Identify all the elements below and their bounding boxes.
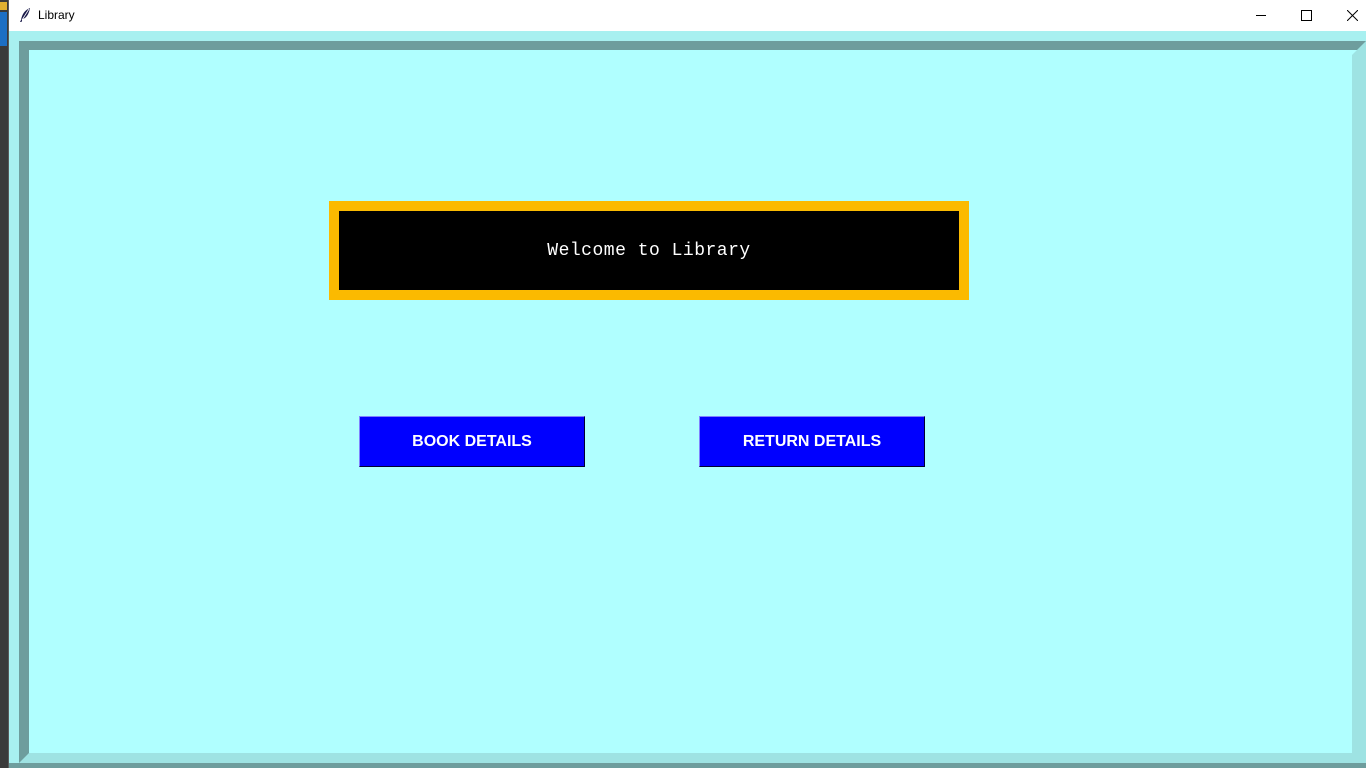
minimize-icon [1255,10,1267,21]
frame-bottom-edge [9,763,1366,768]
welcome-banner: Welcome to Library [329,201,969,300]
book-details-button[interactable]: BOOK DETAILS [359,416,585,467]
title-bar[interactable]: Library [9,0,1366,32]
frame-bevel-top [19,41,1366,50]
maximize-icon [1300,10,1312,21]
desktop-edge [0,0,8,768]
feather-icon [18,7,32,23]
maximize-button[interactable] [1283,0,1329,31]
frame-outer [9,31,1366,768]
welcome-label: Welcome to Library [339,211,959,290]
return-details-button[interactable]: RETURN DETAILS [699,416,925,467]
desktop-icon-fragment [0,2,7,10]
frame-bevel-left [19,41,29,763]
minimize-button[interactable] [1238,0,1284,31]
close-icon [1346,10,1358,21]
app-window: Library Welcome to Library BOOK DETAILS [8,0,1366,768]
frame-bevel-bottom [19,753,1366,763]
desktop-icon-fragment [0,12,7,46]
frame-bevel-right [1352,41,1366,766]
window-title: Library [38,8,75,22]
close-button[interactable] [1329,0,1366,31]
main-canvas: Welcome to Library BOOK DETAILS RETURN D… [9,31,1366,768]
